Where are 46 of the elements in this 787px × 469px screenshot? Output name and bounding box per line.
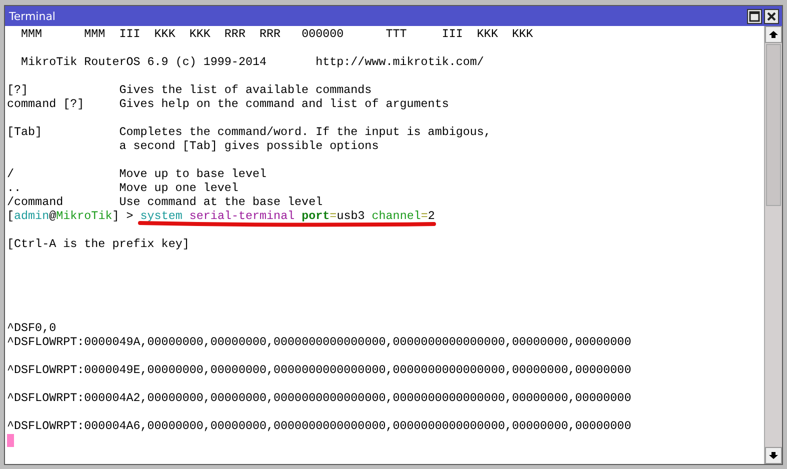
help-description: Move up to base level (119, 167, 266, 181)
command-token: ] > (112, 209, 134, 223)
maximize-button[interactable] (747, 8, 762, 24)
close-icon (767, 12, 776, 20)
command-token: = (330, 209, 337, 223)
scrollbar[interactable] (764, 26, 782, 464)
help-description: Move up one level (119, 181, 238, 195)
maximize-icon (749, 10, 760, 22)
command-token: 2 (428, 209, 435, 223)
terminal-line: [Ctrl-A is the prefix key] (7, 237, 190, 251)
scroll-up-button[interactable] (765, 26, 782, 43)
scroll-thumb[interactable] (766, 44, 781, 206)
close-button[interactable] (764, 8, 779, 24)
command-token: port (302, 209, 330, 223)
scroll-down-button[interactable] (765, 447, 782, 464)
help-key: [?] (7, 83, 120, 97)
command-token: serial-terminal (189, 209, 296, 223)
command-token: @ (49, 209, 56, 223)
terminal-line: ^DSFLOWRPT:0000049A,00000000,00000000,0000000000000000,0000000000000000,00000000,00000000 (7, 335, 632, 349)
window-title: Terminal (9, 10, 56, 22)
up-arrow-icon (769, 31, 778, 38)
terminal-line: ^DSFLOWRPT:000004A6,00000000,00000000,0000000000000000,0000000000000000,00000000,00000000 (7, 419, 632, 433)
help-key: / (7, 167, 120, 181)
terminal-line: ^DSFLOWRPT:0000049E,00000000,00000000,0000000000000000,0000000000000000,00000000,00000000 (7, 363, 632, 377)
command-token: admin (14, 209, 50, 223)
help-description: Gives the list of available commands (119, 83, 372, 97)
help-description: Gives help on the command and list of arguments (119, 97, 449, 111)
terminal-line: ^DSFLOWRPT:000004A2,00000000,00000000,0000000000000000,0000000000000000,00000000,00000000 (7, 391, 632, 405)
command-token: = (420, 209, 428, 223)
terminal-line: ^DSF0,0 (7, 321, 56, 335)
command-token: [ (7, 209, 14, 223)
command-token: usb3 (336, 209, 366, 223)
command-token: channel (372, 209, 421, 223)
command-token: MikroTik (56, 209, 112, 223)
help-key: /command (7, 195, 120, 209)
help-key: .. (7, 181, 120, 195)
terminal-line: MMM MMM III KKK KKK RRR RRR 000000 TTT III KKK KKK (20, 27, 534, 41)
down-arrow-icon (769, 452, 778, 459)
help-description: Completes the command/word. If the input is ambigous, (119, 125, 491, 139)
help-description: a second [Tab] gives possible options (119, 139, 379, 153)
help-key: [Tab] (7, 125, 120, 139)
text-cursor (7, 434, 14, 447)
command-token: system (140, 209, 184, 223)
terminal-line: MikroTik RouterOS 6.9 (c) 1999-2014 http://www.mikrotik.com/ (20, 55, 484, 69)
help-description: Use command at the base level (119, 195, 323, 209)
help-key: command [?] (7, 97, 120, 111)
